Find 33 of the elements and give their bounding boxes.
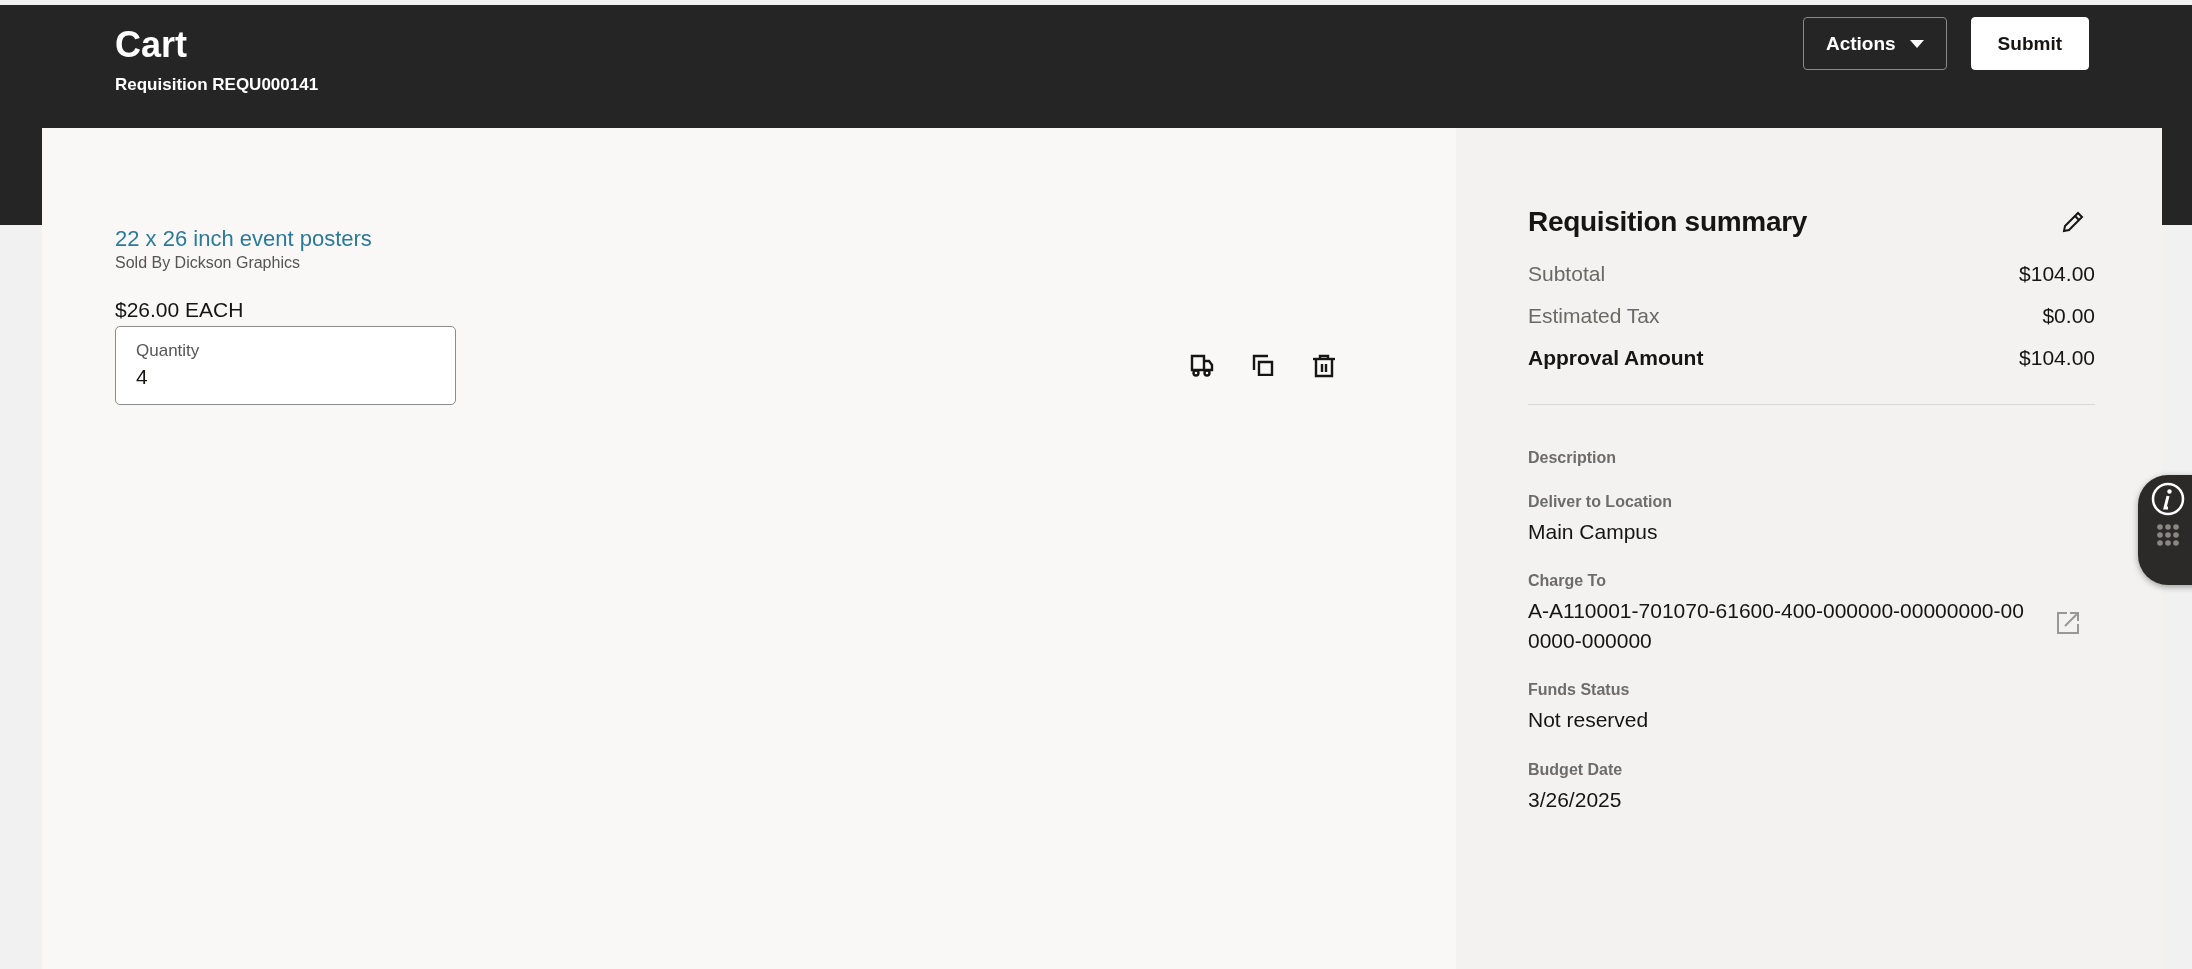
total-label: Subtotal — [1528, 262, 1606, 286]
product-link[interactable]: 22 x 26 inch event posters — [115, 226, 372, 252]
edit-icon[interactable] — [2061, 210, 2085, 234]
total-value: $104.00 — [2019, 346, 2095, 370]
total-value: $104.00 — [2019, 262, 2095, 286]
info-icon[interactable] — [2151, 482, 2185, 516]
quantity-field[interactable]: Quantity 4 — [115, 326, 456, 405]
field-label: Funds Status — [1528, 681, 1631, 700]
summary-title: Requisition summary — [1528, 206, 1808, 238]
field-value: Not reserved — [1528, 707, 1650, 734]
submit-button[interactable]: Submit — [1970, 17, 2089, 70]
unit-price: $26.00 EACH — [115, 298, 245, 322]
copy-icon[interactable] — [1252, 354, 1274, 376]
field-label: Charge To — [1528, 572, 1607, 591]
seller-text: Sold By Dickson Graphics — [115, 254, 301, 272]
field-label: Deliver to Location — [1528, 493, 1674, 511]
grid-icon[interactable] — [2157, 524, 2179, 546]
field-value: Main Campus — [1528, 519, 1659, 545]
field-label: Description — [1528, 449, 1617, 467]
external-link-icon[interactable] — [2056, 610, 2080, 635]
quantity-input[interactable]: 4 — [136, 365, 336, 389]
page-title: Cart — [115, 25, 189, 65]
actions-button[interactable]: Actions — [1802, 17, 1947, 70]
total-value: $0.00 — [2042, 304, 2095, 328]
total-label: Approval Amount — [1528, 346, 1704, 370]
truck-icon[interactable] — [1190, 354, 1214, 377]
field-label: Budget Date — [1528, 760, 1624, 779]
caret-icon — [1909, 39, 1924, 48]
field-value: 3/26/2025 — [1528, 786, 1623, 813]
trash-icon[interactable] — [1312, 354, 1336, 378]
field-value: A-A110001-701070-61600-400-000000-00000000-000000-000000 — [1528, 598, 2025, 654]
total-label: Estimated Tax — [1528, 304, 1660, 328]
requisition-number: Requisition REQU000141 — [115, 74, 319, 95]
